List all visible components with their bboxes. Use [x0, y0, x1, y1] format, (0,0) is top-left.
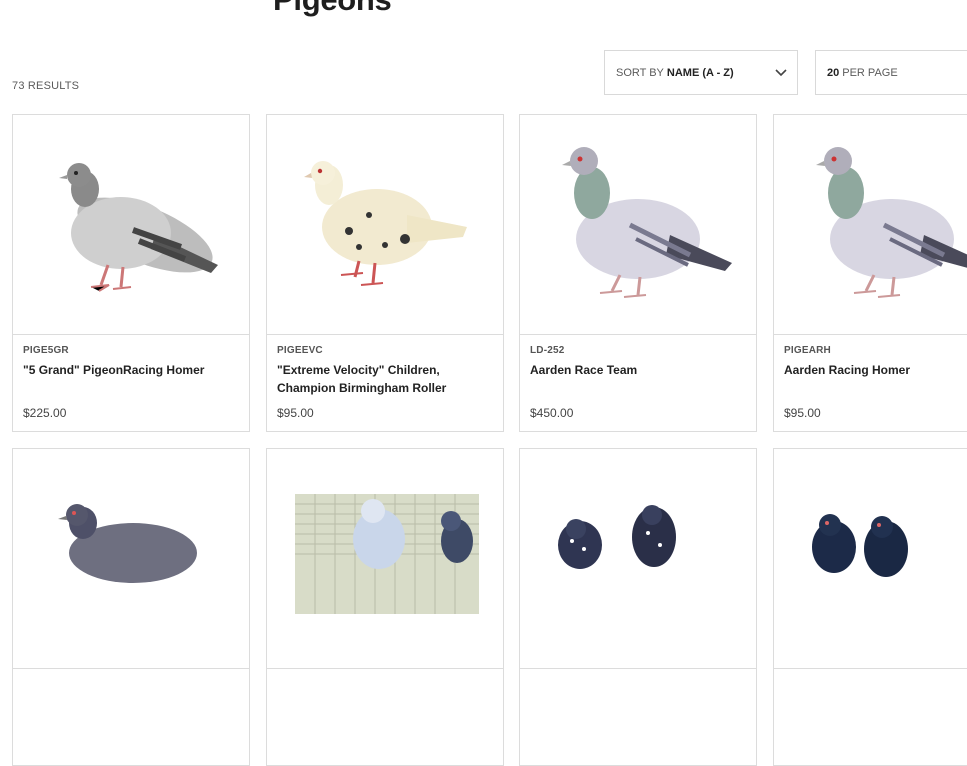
product-card[interactable]: PIGE5GR "5 Grand" PigeonRacing Homer $22…: [12, 114, 250, 432]
product-image[interactable]: [774, 115, 967, 335]
product-price: $95.00: [277, 406, 314, 420]
product-sku: PIGEARH: [784, 345, 831, 356]
sort-by-value: NAME (A - Z): [666, 66, 734, 79]
product-name[interactable]: "Extreme Velocity" Children, Champion Bi…: [277, 361, 495, 397]
product-name[interactable]: "5 Grand" PigeonRacing Homer: [23, 361, 241, 379]
product-image[interactable]: [520, 449, 756, 669]
product-card[interactable]: PIGEEVC "Extreme Velocity" Children, Cha…: [266, 114, 504, 432]
product-name[interactable]: Aarden Racing Homer: [784, 361, 967, 379]
product-card[interactable]: [519, 448, 757, 766]
product-card[interactable]: [12, 448, 250, 766]
product-image[interactable]: [774, 449, 967, 669]
product-sku: PIGEEVC: [277, 345, 323, 356]
sort-by-label: SORT BY: [616, 66, 664, 79]
per-page-value: 20: [827, 66, 840, 79]
product-image[interactable]: [267, 115, 503, 335]
product-image[interactable]: [13, 115, 249, 335]
product-card[interactable]: [266, 448, 504, 766]
product-card[interactable]: [773, 448, 967, 766]
product-image[interactable]: [13, 449, 249, 669]
product-sku: LD-252: [530, 345, 565, 356]
product-name[interactable]: Aarden Race Team: [530, 361, 748, 379]
product-card[interactable]: LD-252 Aarden Race Team $450.00: [519, 114, 757, 432]
product-price: $450.00: [530, 406, 574, 420]
sort-by-select[interactable]: SORT BY NAME (A - Z): [604, 50, 798, 95]
chevron-down-icon: [775, 69, 787, 77]
product-price: $225.00: [23, 406, 67, 420]
product-card[interactable]: PIGEARH Aarden Racing Homer $95.00: [773, 114, 967, 432]
product-price: $95.00: [784, 406, 821, 420]
per-page-label: PER PAGE: [842, 66, 898, 79]
results-count: 73 RESULTS: [12, 80, 80, 92]
page-title: Pigeons: [273, 0, 392, 18]
product-sku: PIGE5GR: [23, 345, 69, 356]
product-image[interactable]: [520, 115, 756, 335]
per-page-select[interactable]: 20 PER PAGE: [815, 50, 967, 95]
product-image[interactable]: [267, 449, 503, 669]
